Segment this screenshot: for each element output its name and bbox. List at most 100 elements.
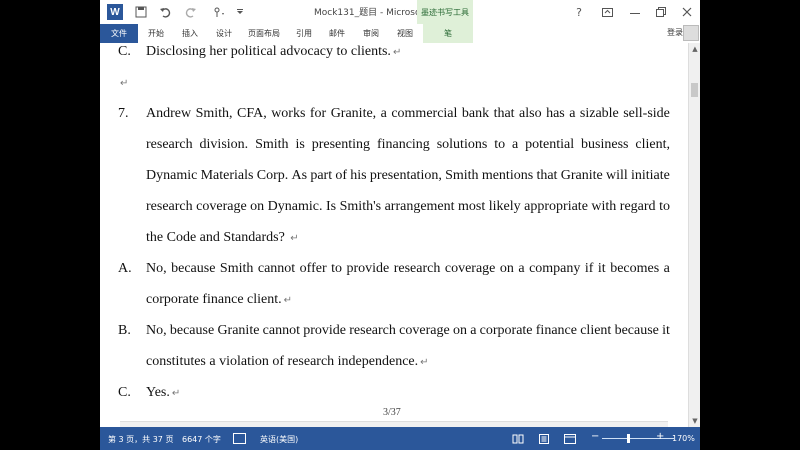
zoom-in-button[interactable]: + xyxy=(656,431,664,442)
read-mode-icon[interactable] xyxy=(512,434,524,446)
word: on xyxy=(250,199,265,214)
word: has xyxy=(546,106,565,121)
language-indicator[interactable]: 英语(美国) xyxy=(260,434,298,445)
word: CFA, xyxy=(237,106,267,121)
word: Granite xyxy=(560,168,603,183)
word: if xyxy=(584,261,594,276)
word: sizable xyxy=(579,106,619,121)
scrollbar-thumb[interactable] xyxy=(691,83,698,97)
tab-pen[interactable]: 笔 xyxy=(423,24,473,43)
word: research xyxy=(393,261,441,276)
undo-icon[interactable] xyxy=(156,3,174,21)
word: for xyxy=(309,106,327,121)
option-label: C. xyxy=(118,385,131,400)
word: presentation, xyxy=(369,168,442,183)
line-text: corporate finance client. xyxy=(146,292,282,307)
line-label: C. xyxy=(118,44,131,59)
word: Smith xyxy=(445,168,479,183)
document-line: No, because Granite cannot provide research co… xyxy=(146,323,670,339)
word: Smith, xyxy=(195,106,233,121)
line-text: Yes. xyxy=(146,385,170,400)
question-number: 7. xyxy=(118,106,129,121)
paragraph-mark: ↵ xyxy=(283,295,293,306)
document-line: corporate finance client. ↵ xyxy=(146,292,292,308)
scroll-up-icon[interactable]: ▲ xyxy=(689,43,700,55)
tab-file[interactable]: 文件 xyxy=(100,24,138,43)
zoom-level[interactable]: 170% xyxy=(672,434,695,443)
word: sell-side xyxy=(623,106,670,121)
title-bar: W Mock131_题目 - Microsoft Word 墨迹书写工具 ? xyxy=(100,0,700,24)
word: business xyxy=(581,137,629,152)
empty-paragraph: ↵ xyxy=(118,75,128,91)
word: to xyxy=(659,199,670,214)
proofing-icon[interactable] xyxy=(233,433,246,444)
word: Dynamic xyxy=(146,168,198,183)
tab-mailings[interactable]: 邮件 xyxy=(329,24,345,43)
tab-view[interactable]: 视图 xyxy=(397,24,413,43)
tab-review[interactable]: 审阅 xyxy=(363,24,379,43)
paragraph-mark: ↵ xyxy=(420,357,429,368)
close-icon[interactable] xyxy=(674,0,700,24)
tab-home[interactable]: 开始 xyxy=(148,24,164,43)
word: Smith xyxy=(219,261,254,276)
customize-quick-access-icon[interactable] xyxy=(234,3,246,21)
option-label: B. xyxy=(118,323,131,338)
word: coverage xyxy=(196,199,247,214)
word: bank xyxy=(461,106,490,121)
word: because xyxy=(171,261,216,276)
word: with xyxy=(591,199,617,214)
minimize-icon[interactable] xyxy=(622,0,648,24)
word: finance xyxy=(535,323,577,338)
word-count[interactable]: 6647 个字 xyxy=(182,434,221,445)
word-app-icon[interactable]: W xyxy=(107,4,123,20)
tab-design[interactable]: 设计 xyxy=(216,24,232,43)
ribbon-tab-bar: 文件 开始 插入 设计 页面布局 引用 邮件 审阅 视图 笔 登录 xyxy=(100,24,700,44)
word: appropriate xyxy=(524,199,588,214)
user-avatar-icon[interactable] xyxy=(683,25,699,41)
word: Corp. xyxy=(256,168,289,183)
scroll-down-icon[interactable]: ▼ xyxy=(689,415,700,427)
word: coverage xyxy=(399,323,450,338)
word: potential xyxy=(525,137,575,152)
word: also xyxy=(519,106,542,121)
word: commercial xyxy=(391,106,458,121)
word: corporate xyxy=(479,323,533,338)
print-layout-icon[interactable] xyxy=(538,433,550,447)
redo-icon[interactable] xyxy=(182,3,200,21)
page-indicator[interactable]: 第 3 页，共 37 页 xyxy=(108,434,173,445)
line-text: Disclosing her political advocacy to cli… xyxy=(146,44,391,59)
document-line: research division. Smith is presenting financ… xyxy=(146,137,670,153)
option-label: A. xyxy=(118,261,132,276)
ribbon-display-options-icon[interactable] xyxy=(594,0,620,24)
word: client, xyxy=(635,137,670,152)
word: Smith's xyxy=(339,199,382,214)
web-layout-icon[interactable] xyxy=(564,434,576,446)
save-icon[interactable] xyxy=(132,3,150,21)
word: most xyxy=(458,199,486,214)
word: financing xyxy=(376,137,430,152)
word: coverage xyxy=(444,261,496,276)
tab-page-layout[interactable]: 页面布局 xyxy=(248,24,280,43)
vertical-scrollbar[interactable]: ▲ ▼ xyxy=(688,43,700,427)
zoom-out-button[interactable]: − xyxy=(591,431,599,442)
document-page[interactable]: C. Disclosing her political advocacy to … xyxy=(100,43,688,430)
zoom-slider-thumb[interactable] xyxy=(627,434,630,443)
document-line: the Code and Standards? ↵ xyxy=(146,230,299,246)
tab-insert[interactable]: 插入 xyxy=(182,24,198,43)
word: of xyxy=(335,168,348,183)
word: a xyxy=(569,106,576,121)
word: a xyxy=(512,137,519,152)
word: will xyxy=(605,168,628,183)
word: is xyxy=(295,137,305,152)
word: research xyxy=(146,137,193,152)
word: Dynamic. xyxy=(267,199,323,214)
sign-in-link[interactable]: 登录 xyxy=(667,27,683,38)
touch-mode-icon[interactable] xyxy=(208,3,230,21)
tab-references[interactable]: 引用 xyxy=(296,24,312,43)
restore-icon[interactable] xyxy=(648,0,674,24)
word: solutions xyxy=(436,137,488,152)
word: presenting xyxy=(311,137,371,152)
help-icon[interactable]: ? xyxy=(566,0,592,24)
word: arrangement xyxy=(384,199,455,214)
word: initiate xyxy=(631,168,670,183)
